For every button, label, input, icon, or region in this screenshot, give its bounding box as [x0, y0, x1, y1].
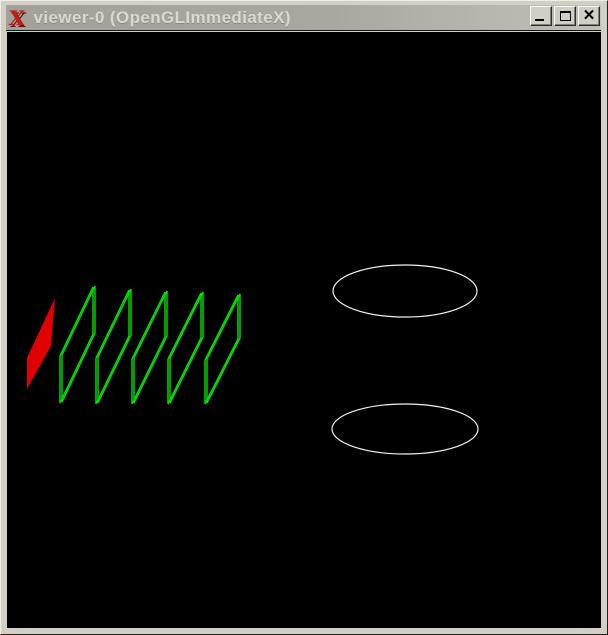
titlebar[interactable]: X viewer-0 (OpenGLImmediateX) ✕: [6, 5, 601, 31]
green-wireframe-quad: [134, 291, 167, 403]
white-ellipse-outline: [333, 265, 477, 317]
window-title: viewer-0 (OpenGLImmediateX): [34, 8, 291, 28]
titlebar-buttons: ✕: [530, 6, 600, 26]
green-wireframe-quad: [207, 294, 240, 403]
green-wireframe-quad: [170, 292, 203, 403]
green-wireframe-quad: [205, 295, 238, 404]
close-button[interactable]: ✕: [578, 6, 600, 26]
app-window: X viewer-0 (OpenGLImmediateX) ✕: [0, 0, 608, 635]
green-wireframe-quad: [98, 289, 131, 403]
close-icon: ✕: [579, 7, 599, 24]
green-wireframe-quad: [96, 290, 129, 404]
green-wireframe-quad: [60, 287, 93, 403]
opengl-scene: [7, 32, 601, 628]
red-filled-quad: [27, 298, 55, 389]
green-wireframe-quad: [62, 286, 95, 402]
green-wireframe-quad: [132, 292, 165, 404]
opengl-canvas[interactable]: [7, 32, 601, 628]
white-ellipse-outline: [332, 404, 478, 454]
maximize-icon: [560, 11, 571, 21]
minimize-icon: [535, 19, 544, 21]
green-wireframe-quad: [168, 293, 201, 404]
x11-app-icon: X: [8, 8, 26, 28]
minimize-button[interactable]: [530, 6, 552, 26]
maximize-button[interactable]: [554, 6, 576, 26]
